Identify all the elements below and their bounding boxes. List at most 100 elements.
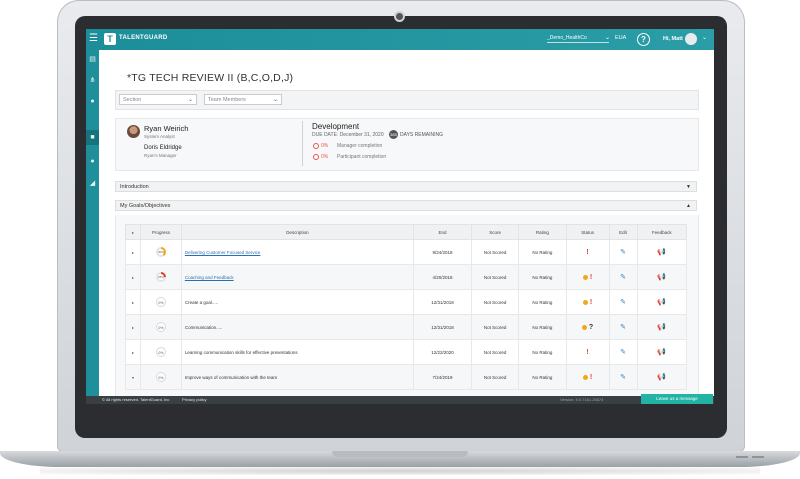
pencil-icon[interactable]: ✎: [620, 349, 626, 356]
edit-cell: ✎: [608, 239, 638, 265]
header-score[interactable]: Score: [471, 224, 520, 240]
chevron-down-icon[interactable]: ⌄: [702, 34, 707, 41]
megaphone-icon[interactable]: 📢: [657, 274, 666, 281]
header-rating[interactable]: Rating: [518, 224, 567, 240]
status-cell: ?: [565, 314, 610, 340]
megaphone-icon[interactable]: 📢: [657, 249, 666, 256]
warning-dot-icon: [581, 324, 587, 330]
introduction-label: Introduction: [120, 184, 149, 190]
participant-completion-label: Participant completion: [337, 154, 387, 160]
megaphone-icon[interactable]: 📢: [657, 349, 666, 356]
header-status[interactable]: Status: [565, 224, 610, 240]
pencil-icon[interactable]: ✎: [620, 299, 626, 306]
row-expander[interactable]: ▾: [124, 364, 142, 390]
description-cell: Coaching and Feedback: [180, 264, 414, 290]
score-cell: Not Scored: [471, 364, 520, 390]
camera-icon: [396, 13, 403, 20]
goals-panel: ▸ Progress Description End Score Rating …: [115, 215, 699, 396]
pencil-icon[interactable]: ✎: [620, 249, 626, 256]
rating-cell: No Rating: [518, 264, 567, 290]
progress-cell: 0%: [140, 289, 182, 315]
score-cell: Not Scored: [471, 239, 520, 265]
analytics-icon[interactable]: ◢: [89, 180, 96, 187]
end-cell: 12/31/2018: [412, 289, 473, 315]
manager-completion-pct: 0%: [321, 143, 329, 149]
language-select[interactable]: EUA: [615, 35, 626, 41]
table-row: ▸ 0% Communication..... 12/31/2018 Not S…: [124, 314, 687, 340]
status-cell: !: [565, 364, 610, 390]
days-remaining-label: DAYS REMAINING: [400, 132, 443, 138]
talentguard-logo[interactable]: T: [104, 33, 116, 45]
megaphone-icon[interactable]: 📢: [657, 324, 666, 331]
feedback-cell: 📢: [636, 264, 687, 290]
team-members-select[interactable]: Team Members ⌄: [204, 94, 282, 105]
exclamation-icon: !: [589, 298, 593, 306]
leave-message-button[interactable]: Leave us a message: [641, 394, 713, 404]
org-chart-icon[interactable]: ⋔: [89, 77, 96, 84]
chevron-down-icon: ⌄: [187, 97, 193, 103]
table-row: ▸ 0% Create a goal..... 12/31/2018 Not S…: [124, 289, 687, 315]
status-cell: !: [565, 239, 610, 265]
description-cell: Delivering Customer Focused Service: [180, 239, 414, 265]
question-icon: ?: [588, 323, 594, 331]
feedback-cell: 📢: [636, 339, 687, 365]
megaphone-icon[interactable]: 📢: [657, 299, 666, 306]
laptop-grip: [736, 456, 748, 458]
warning-dot-icon: [582, 274, 588, 280]
brand-name: TALENTGUARD: [119, 35, 168, 41]
header-end[interactable]: End: [412, 224, 473, 240]
row-expander[interactable]: ▸: [124, 264, 142, 290]
pencil-icon[interactable]: ✎: [620, 374, 626, 381]
end-cell: 7/24/2019: [412, 364, 473, 390]
megaphone-icon[interactable]: 📢: [657, 374, 666, 381]
progress-ring: 25%: [155, 271, 166, 282]
help-icon[interactable]: ?: [637, 33, 650, 46]
expand-all-header[interactable]: ▸: [124, 224, 142, 240]
caret-down-icon: ▼: [686, 184, 691, 190]
exclamation-icon: !: [586, 348, 589, 356]
progress-cell: 0%: [140, 339, 182, 365]
people-icon[interactable]: ●: [89, 98, 96, 105]
manager-name: Doris Eldridge: [144, 145, 182, 151]
briefcase-icon[interactable]: ■: [89, 134, 96, 141]
sidebar: ▤ ⋔ ● ■ ● ◢: [86, 50, 99, 404]
header-progress[interactable]: Progress: [140, 224, 182, 240]
location-pin-icon[interactable]: ●: [89, 158, 96, 165]
row-expander[interactable]: ▸: [124, 289, 142, 315]
progress-ring: 0%: [155, 297, 166, 307]
row-expander[interactable]: ▸: [124, 314, 142, 340]
leave-message-label: Leave us a message: [656, 396, 698, 401]
pencil-icon[interactable]: ✎: [620, 274, 626, 281]
pencil-icon[interactable]: ✎: [620, 324, 626, 331]
tenant-select[interactable]: _Demo_HealthCo: [547, 35, 609, 43]
table-row: ▾ 0% Improve ways of communication with …: [124, 364, 687, 390]
rating-cell: No Rating: [518, 289, 567, 315]
progress-ring: 40%: [155, 246, 166, 257]
team-select-label: Team Members: [208, 97, 246, 103]
feedback-cell: 📢: [636, 364, 687, 390]
header-description[interactable]: Description: [180, 224, 414, 240]
goals-accordion[interactable]: My Goals/Objectives ▲: [115, 200, 697, 211]
progress-cell: 40%: [140, 239, 182, 265]
app-screen: ☰ T TALENTGUARD _Demo_HealthCo ⌄ EUA ? H…: [86, 29, 714, 404]
section-select[interactable]: Section ⌄: [119, 94, 197, 105]
introduction-accordion[interactable]: Introduction ▼: [115, 181, 697, 192]
chevron-down-icon[interactable]: ⌄: [605, 34, 610, 41]
row-expander[interactable]: ▸: [124, 239, 142, 265]
goal-link[interactable]: Delivering Customer Focused Service: [185, 250, 261, 255]
laptop-shadow: [40, 467, 760, 475]
menu-icon[interactable]: ☰: [89, 34, 98, 44]
user-avatar[interactable]: [685, 33, 697, 45]
goals-table: ▸ Progress Description End Score Rating …: [124, 224, 687, 390]
progress-ring: 0%: [155, 372, 166, 382]
section-select-label: Section: [123, 97, 142, 103]
employee-title: System Analyst: [144, 134, 175, 139]
goal-link[interactable]: Coaching and Feedback: [185, 275, 234, 280]
clipboard-icon[interactable]: ▤: [89, 56, 96, 63]
days-remaining-badge: 365: [389, 130, 398, 139]
due-date: DUE DATE: December 31, 2020: [312, 132, 384, 138]
warning-dot-icon: [582, 374, 588, 380]
privacy-policy-link[interactable]: Privacy policy: [182, 396, 206, 404]
table-header-row: ▸ Progress Description End Score Rating …: [124, 224, 687, 240]
row-expander[interactable]: ▸: [124, 339, 142, 365]
